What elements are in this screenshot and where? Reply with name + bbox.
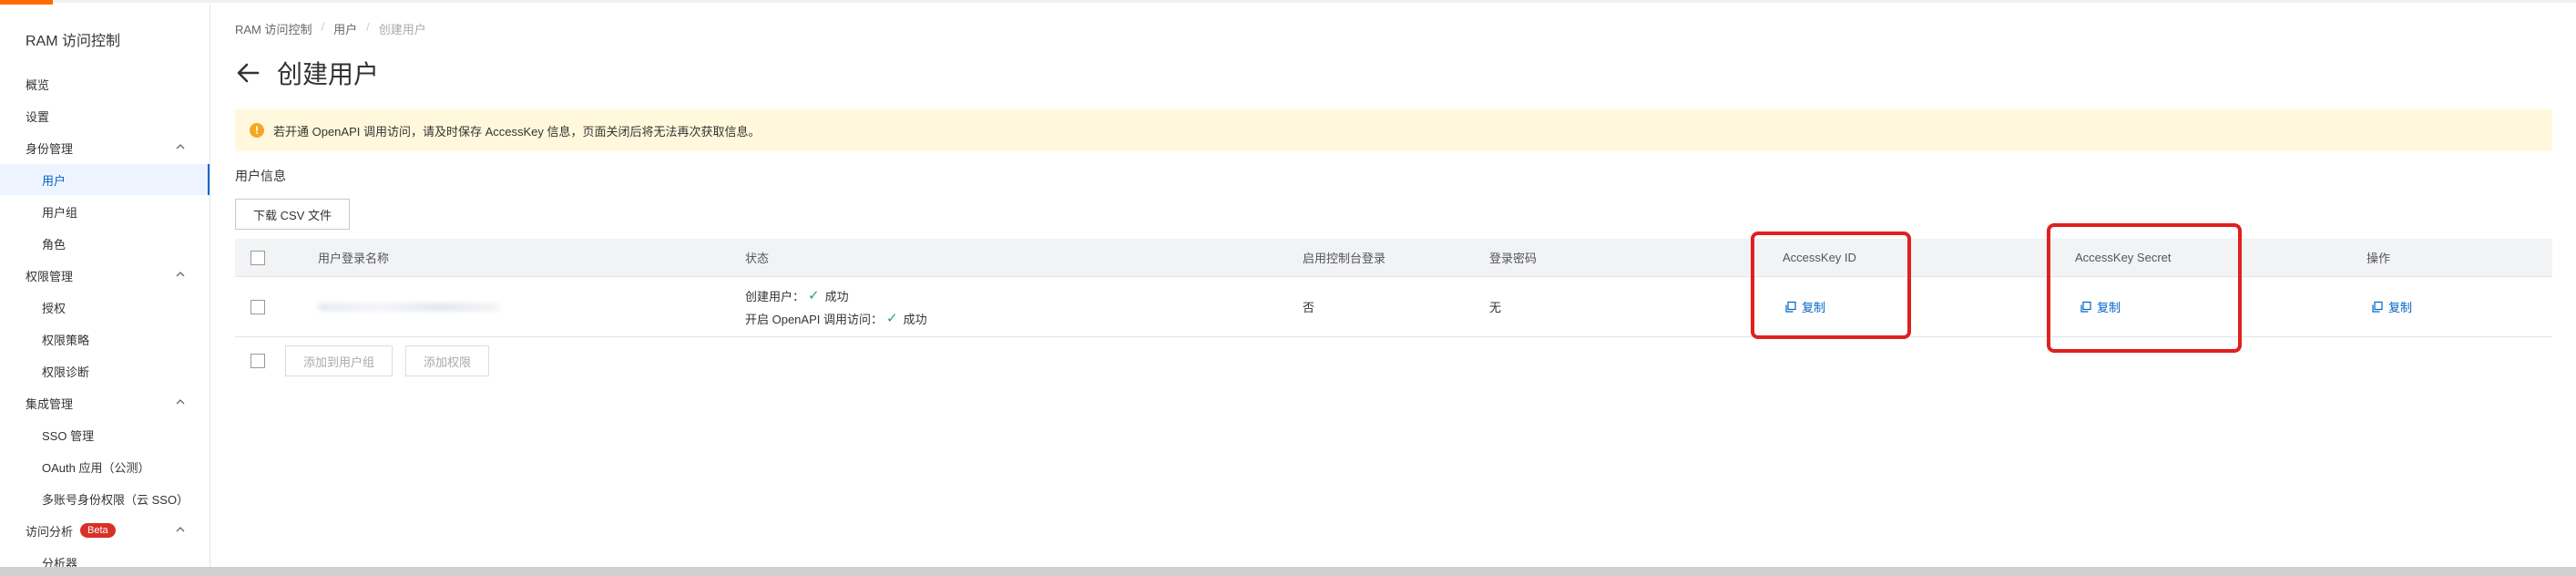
breadcrumb-separator: /: [366, 20, 370, 34]
sidebar-item-label: 用户组: [42, 205, 78, 220]
check-icon: ✓: [885, 311, 898, 326]
breadcrumb: RAM 访问控制 / 用户 / 创建用户: [235, 20, 426, 37]
sidebar-item-oauth[interactable]: OAuth 应用（公测）: [0, 451, 210, 482]
status-openapi: 开启 OpenAPI 调用访问： ✓ 成功: [745, 310, 927, 327]
sidebar-item-label: 角色: [42, 237, 66, 252]
sidebar-item-label: 权限诊断: [42, 365, 90, 379]
highlight-box-accesskey-secret: [2047, 223, 2242, 353]
breadcrumb-link-users[interactable]: 用户: [333, 20, 357, 37]
status-cell: 创建用户： ✓ 成功 开启 OpenAPI 调用访问： ✓ 成功: [745, 277, 927, 336]
sidebar-item-settings[interactable]: 设置: [0, 100, 210, 131]
sidebar-item-label: 集成管理: [26, 396, 74, 411]
select-all-checkbox[interactable]: [250, 250, 265, 265]
sidebar-item-label: OAuth 应用（公测）: [42, 460, 150, 475]
warning-alert: ! 若开通 OpenAPI 调用访问，请及时保存 AccessKey 信息，页面…: [235, 109, 2552, 151]
bottom-strip: [0, 567, 2576, 576]
chevron-up-icon: [176, 272, 185, 277]
header-operation: 操作: [2366, 252, 2391, 265]
sidebar-item-label: 访问分析: [26, 524, 74, 539]
sidebar-item-label: 概览: [26, 77, 50, 92]
header-console-login: 启用控制台登录: [1303, 252, 1386, 265]
download-csv-button[interactable]: 下载 CSV 文件: [235, 199, 350, 230]
sidebar: RAM 访问控制 概览 设置 身份管理 用户 用户组 角色 权限管理 授权 权限…: [0, 5, 210, 567]
sidebar-item-label: 设置: [26, 109, 50, 124]
sidebar-item-overview[interactable]: 概览: [0, 68, 210, 99]
row-select-cell: [250, 277, 265, 336]
page-header: 创建用户: [235, 55, 379, 91]
operation-cell: 复制: [2371, 277, 2412, 336]
header-status: 状态: [745, 252, 770, 265]
status-create-user: 创建用户： ✓ 成功: [745, 287, 849, 304]
sidebar-item-user-groups[interactable]: 用户组: [0, 196, 210, 227]
section-title: 用户信息: [235, 169, 286, 183]
sidebar-item-sso[interactable]: SSO 管理: [0, 419, 210, 450]
sidebar-item-label: 权限策略: [42, 333, 90, 347]
status-label: 创建用户：: [745, 289, 805, 303]
table-footer-actions: 添加到用户组 添加权限: [235, 345, 489, 377]
add-to-group-button[interactable]: 添加到用户组: [285, 345, 393, 376]
sidebar-group-permissions[interactable]: 权限管理: [0, 260, 210, 291]
sidebar-group-access-analysis[interactable]: 访问分析 Beta: [0, 515, 210, 546]
sidebar-item-label: 授权: [42, 301, 66, 315]
footer-select-checkbox[interactable]: [250, 354, 265, 368]
sidebar-item-label: 身份管理: [26, 141, 74, 156]
breadcrumb-current: 创建用户: [378, 23, 426, 36]
sidebar-item-diagnosis[interactable]: 权限诊断: [0, 355, 210, 386]
status-value: 成功: [903, 312, 927, 326]
sidebar-item-label: 分析器: [42, 556, 78, 568]
top-border: [53, 0, 2576, 3]
beta-badge: Beta: [80, 523, 116, 538]
sidebar-item-label: 多账号身份权限（云 SSO）: [42, 492, 189, 507]
sidebar-item-label: 用户: [42, 173, 66, 188]
status-label: 开启 OpenAPI 调用访问：: [745, 312, 883, 326]
copy-label: 复制: [2388, 301, 2413, 314]
alert-text: 若开通 OpenAPI 调用访问，请及时保存 AccessKey 信息，页面关闭…: [273, 124, 761, 139]
page-title: 创建用户: [277, 60, 380, 88]
copy-icon: [2372, 301, 2383, 313]
status-value: 成功: [824, 289, 849, 303]
console-login-cell: 否: [1303, 301, 1315, 314]
chevron-up-icon: [176, 527, 185, 532]
sidebar-item-grants[interactable]: 授权: [0, 292, 210, 323]
sidebar-item-users[interactable]: 用户: [0, 164, 210, 195]
warning-icon: !: [250, 123, 264, 138]
sidebar-item-roles[interactable]: 角色: [0, 228, 210, 259]
header-password: 登录密码: [1489, 252, 1538, 265]
breadcrumb-separator: /: [321, 20, 325, 34]
sidebar-title: RAM 访问控制: [26, 34, 121, 49]
redacted-login-name: [318, 302, 500, 312]
sidebar-group-integration[interactable]: 集成管理: [0, 387, 210, 418]
sidebar-group-identity[interactable]: 身份管理: [0, 132, 210, 163]
login-name-cell: [318, 277, 500, 336]
chevron-up-icon: [176, 144, 185, 149]
back-arrow-icon[interactable]: [235, 60, 261, 86]
sidebar-item-analyzer[interactable]: 分析器: [0, 547, 210, 568]
select-all-cell: [250, 239, 265, 276]
breadcrumb-link-ram[interactable]: RAM 访问控制: [235, 20, 312, 37]
header-login-name: 用户登录名称: [318, 252, 390, 265]
add-permission-button[interactable]: 添加权限: [405, 345, 489, 376]
sidebar-item-policies[interactable]: 权限策略: [0, 324, 210, 355]
row-checkbox[interactable]: [250, 299, 265, 314]
copy-all-link[interactable]: 复制: [2371, 298, 2412, 315]
sidebar-item-label: SSO 管理: [42, 428, 95, 443]
check-icon: ✓: [808, 288, 820, 303]
sidebar-item-label: 权限管理: [26, 269, 74, 283]
highlight-box-accesskey-id: [1751, 231, 1911, 339]
sidebar-item-cloud-sso[interactable]: 多账号身份权限（云 SSO）: [0, 483, 210, 514]
password-cell: 无: [1489, 301, 1502, 314]
chevron-up-icon: [176, 399, 185, 405]
